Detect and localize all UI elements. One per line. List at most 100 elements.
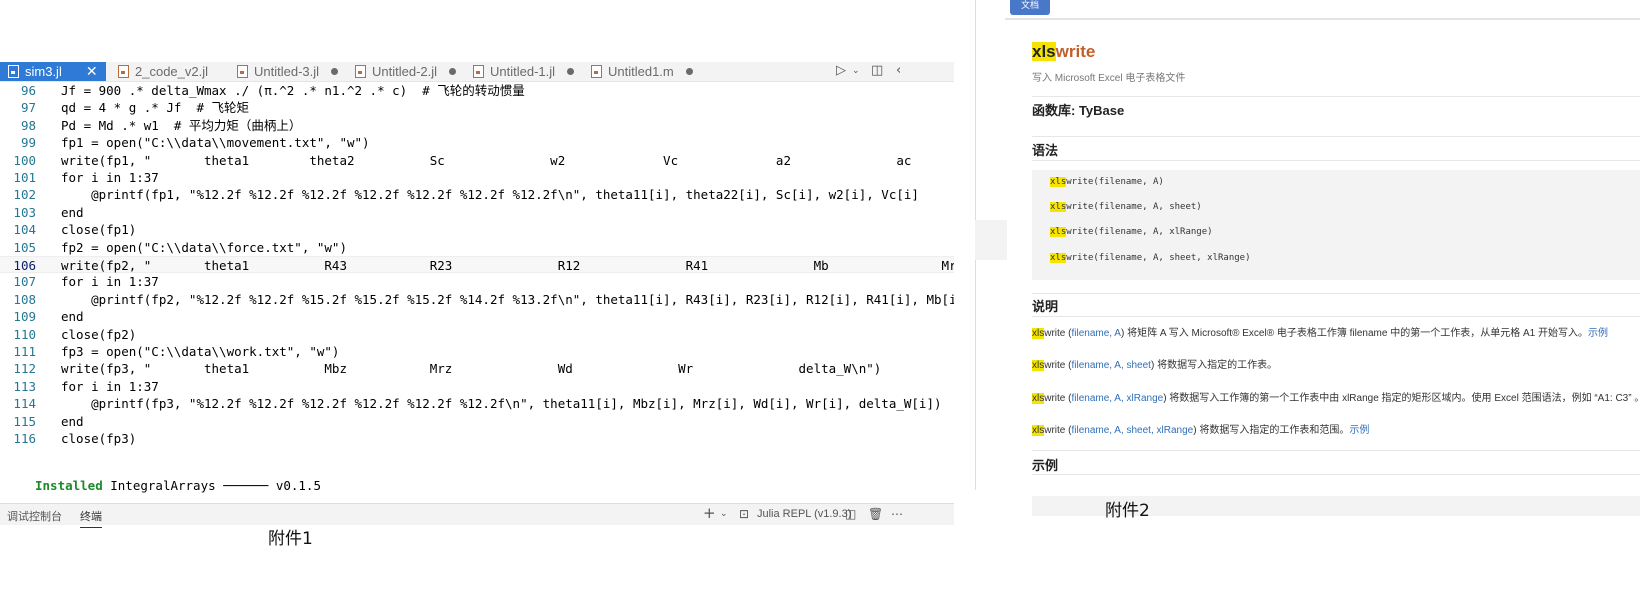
tab-untitled-2[interactable]: Untitled-2.jl <box>355 62 457 81</box>
code-text: end <box>61 413 84 429</box>
code-line[interactable]: 104 close(fp1) <box>0 221 954 238</box>
code-line[interactable]: 115 end <box>0 413 954 430</box>
code-text: close(fp3) <box>61 431 137 446</box>
description-item: xlswrite (filename, A, xlRange) 将数据写入工作簿… <box>1032 393 1640 404</box>
code-line[interactable]: 106 write(fp2, " theta1 R43 R23 R12 R41 M… <box>0 256 954 274</box>
example-link[interactable]: 示例 <box>1349 425 1369 436</box>
tab-untitled1-m[interactable]: Untitled1.m <box>591 62 693 81</box>
julia-file-icon <box>473 65 484 78</box>
code-text: write(fp1, " theta1 theta2 Sc w2 Vc a2 a… <box>61 152 912 168</box>
line-number: 108 <box>13 291 36 307</box>
line-number: 110 <box>13 326 36 342</box>
chevron-left-icon[interactable]: ‹ <box>896 63 901 78</box>
code-text: fp1 = open("C:\\data\\movement.txt", "w"… <box>61 135 370 151</box>
code-text: for i in 1:37 <box>61 170 159 185</box>
code-text: qd = 4 * g .* Jf # 飞轮矩 <box>61 100 250 116</box>
line-number: 112 <box>13 361 36 377</box>
code-line[interactable]: 102 @printf(fp1, "%12.2f %12.2f %12.2f %… <box>0 186 954 203</box>
code-area[interactable]: 96 Jf = 900 .* delta_Wmax ./ (π.^2 .* n1.… <box>0 82 954 502</box>
line-number: 102 <box>13 187 36 203</box>
code-line[interactable]: 116 close(fp3) <box>0 430 954 447</box>
line-number: 100 <box>13 152 36 168</box>
tab-debug-console[interactable]: 调试控制台 <box>7 508 62 524</box>
doc-title: xlswrite <box>1032 42 1096 61</box>
library-heading: 函数库: TyBase <box>1032 103 1125 118</box>
code-text: @printf(fp3, "%12.2f %12.2f %12.2f %12.2… <box>61 396 942 412</box>
syntax-line: xlswrite(filename, A, sheet, xlRange) <box>1050 253 1251 263</box>
code-text: for i in 1:37 <box>61 378 159 394</box>
code-line[interactable]: 108 @printf(fp2, "%12.2f %12.2f %15.2f %… <box>0 291 954 308</box>
more-icon[interactable]: ⋯ <box>891 507 903 521</box>
code-text: for i in 1:37 <box>61 274 159 290</box>
code-line[interactable]: 112 write(fp3, " theta1 Mbz Mrz Wd Wr del… <box>0 360 954 377</box>
tab-label: sim3.jl <box>25 64 62 79</box>
code-line[interactable]: 101 for i in 1:37 <box>0 169 954 186</box>
line-number: 109 <box>13 309 36 325</box>
divider <box>1032 474 1640 475</box>
tab-terminal[interactable]: 终端 <box>80 508 102 528</box>
code-line[interactable]: 110 close(fp2) <box>0 326 954 343</box>
code-text: fp2 = open("C:\\data\\force.txt", "w") <box>61 239 347 255</box>
panel-tab-bar: 调试控制台 终端 + ⌄ ⊡ Julia REPL (v1.9.3) ◫ 🗑 ⋯ <box>0 503 954 528</box>
tab-label: Untitled-3.jl <box>254 64 320 79</box>
line-number: 107 <box>13 274 36 290</box>
caption-attachment-2: 附件2 <box>1105 501 1150 521</box>
julia-file-icon <box>237 65 248 78</box>
unsaved-dot-icon <box>449 68 457 75</box>
code-line[interactable]: 99 fp1 = open("C:\\data\\movement.txt", "… <box>0 134 954 151</box>
chevron-down-icon[interactable]: ⌄ <box>852 66 860 76</box>
terminal-output[interactable]: Installed IntegralArrays ────── v0.1.5 <box>0 478 954 498</box>
code-line[interactable]: 109 end <box>0 308 954 325</box>
code-line[interactable]: 98 Pd = Md .* w1 # 平均力矩（曲柄上） <box>0 117 954 134</box>
code-line[interactable]: 114 @printf(fp3, "%12.2f %12.2f %12.2f %… <box>0 395 954 412</box>
code-line[interactable]: 96 Jf = 900 .* delta_Wmax ./ (π.^2 .* n1.… <box>0 82 954 99</box>
line-number: 96 <box>20 83 36 98</box>
syntax-heading: 语法 <box>1032 143 1059 158</box>
tab-sim3[interactable]: sim3.jl ✕ <box>0 62 106 81</box>
split-terminal-icon[interactable]: ◫ <box>845 507 856 521</box>
code-text: Jf = 900 .* delta_Wmax ./ (π.^2 .* n1.^2… <box>61 83 525 98</box>
add-terminal-icon[interactable]: + <box>703 504 716 522</box>
close-icon[interactable]: ✕ <box>86 63 98 80</box>
terminal-name[interactable]: Julia REPL (v1.9.3) <box>757 508 851 520</box>
trash-icon[interactable]: 🗑 <box>868 507 883 521</box>
code-line[interactable]: 105 fp2 = open("C:\\data\\force.txt", "w"… <box>0 239 954 256</box>
code-editor: sim3.jl ✕ 2_code_v2.jl Untitled-3.jl Unt… <box>0 62 954 528</box>
doc-top-button[interactable]: 文档 <box>1010 0 1050 15</box>
matlab-file-icon <box>591 65 602 78</box>
code-line[interactable]: 113 for i in 1:37 <box>0 378 954 395</box>
code-text: @printf(fp1, "%12.2f %12.2f %12.2f %12.2… <box>61 187 919 203</box>
syntax-line: xlswrite(filename, A, xlRange) <box>1050 227 1213 237</box>
code-line[interactable]: 107 for i in 1:37 <box>0 273 954 290</box>
line-number: 97 <box>20 100 36 116</box>
line-number: 98 <box>20 117 36 133</box>
chevron-down-icon[interactable]: ⌄ <box>720 509 728 519</box>
code-line[interactable]: 111 fp3 = open("C:\\data\\work.txt", "w") <box>0 343 954 360</box>
terminal-icon: ⊡ <box>739 507 750 521</box>
tab-2-code-v2[interactable]: 2_code_v2.jl <box>118 62 208 81</box>
divider <box>1032 293 1640 294</box>
code-line[interactable]: 100 write(fp1, " theta1 theta2 Sc w2 Vc a… <box>0 152 954 169</box>
code-text: close(fp2) <box>61 326 137 342</box>
run-icon[interactable]: ▷ <box>836 63 846 78</box>
line-number: 114 <box>13 396 36 412</box>
divider <box>1032 450 1640 451</box>
example-heading: 示例 <box>1032 458 1059 473</box>
tab-label: 2_code_v2.jl <box>135 64 208 79</box>
code-line[interactable]: 97 qd = 4 * g .* Jf # 飞轮矩 <box>0 99 954 116</box>
line-number: 106 <box>13 258 36 273</box>
line-number: 99 <box>20 135 36 151</box>
tab-untitled-3[interactable]: Untitled-3.jl <box>237 62 339 81</box>
split-editor-icon[interactable]: ◫ <box>871 63 883 78</box>
line-number: 101 <box>13 170 36 185</box>
tab-untitled-1[interactable]: Untitled-1.jl <box>473 62 575 81</box>
example-link[interactable]: 示例 <box>1588 328 1608 339</box>
line-number: 115 <box>13 413 36 429</box>
syntax-line: xlswrite(filename, A, sheet) <box>1050 202 1202 212</box>
doc-side-strip <box>975 220 1007 260</box>
julia-file-icon <box>355 65 366 78</box>
divider <box>1032 136 1640 137</box>
code-line[interactable]: 103 end <box>0 204 954 221</box>
tab-label: Untitled-2.jl <box>372 64 438 79</box>
caption-attachment-1: 附件1 <box>268 529 313 549</box>
